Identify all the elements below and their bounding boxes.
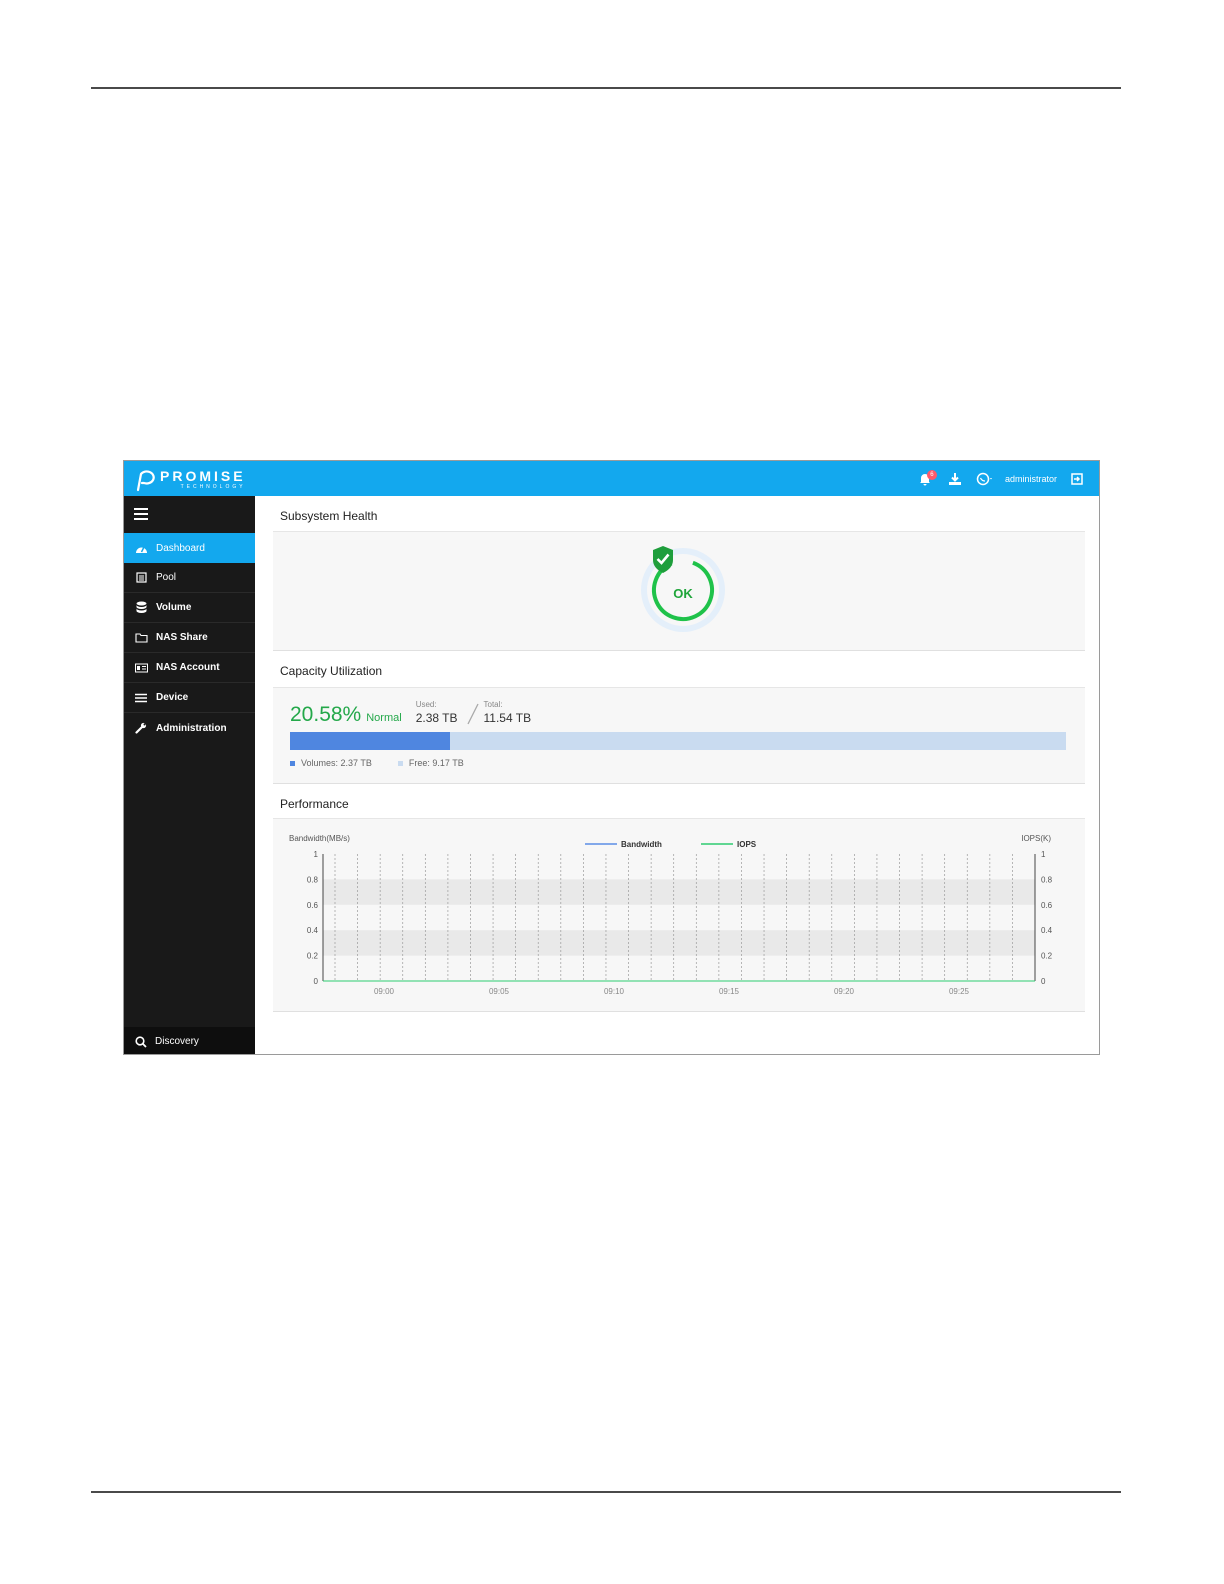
capacity-percent: 20.58% <box>290 703 362 726</box>
database-icon <box>134 601 148 615</box>
main-content: Subsystem Health OK Capacity Utilization… <box>255 496 1099 1054</box>
y-tick-left: 0.8 <box>307 875 319 884</box>
dashboard-icon <box>134 541 148 555</box>
health-title: Subsystem Health <box>280 509 378 523</box>
search-icon <box>135 1035 147 1048</box>
capacity-bar <box>290 732 1066 750</box>
total-label: Total: <box>483 700 503 709</box>
sidebar-item-volume[interactable]: Volume <box>124 593 255 623</box>
brand-sub: TECHNOLOGY <box>180 483 246 490</box>
notification-badge: 6 <box>926 469 937 480</box>
capacity-panel: 20.58% Normal Used: 2.38 TB Total: 11.54… <box>273 687 1085 784</box>
y-axis-right-label: IOPS(K) <box>1021 834 1051 843</box>
sidebar-item-nas-share[interactable]: NAS Share <box>124 623 255 653</box>
legend-volumes: Volumes: 2.37 TB <box>290 758 372 768</box>
sidebar-item-label: NAS Account <box>156 662 220 673</box>
sidebar-item-administration[interactable]: Administration <box>124 713 255 743</box>
x-tick: 09:00 <box>374 987 395 996</box>
x-tick: 09:20 <box>834 987 855 996</box>
user-name[interactable]: administrator <box>1005 474 1057 484</box>
sidebar-nav: Dashboard Pool Volume NAS Share NAS Acco… <box>124 533 255 743</box>
y-tick-left: 0.6 <box>307 901 319 910</box>
x-tick: 09:10 <box>604 987 625 996</box>
grid-band <box>323 879 1035 905</box>
notification-bell-icon[interactable]: 6 <box>915 469 937 489</box>
slash-divider <box>466 703 479 725</box>
sidebar-item-pool[interactable]: Pool <box>124 563 255 593</box>
list-icon <box>134 691 148 705</box>
y-tick-left: 0.4 <box>307 926 319 935</box>
logout-icon[interactable] <box>1067 469 1087 489</box>
capacity-bar-fill <box>290 732 450 750</box>
y-tick-right: 0.6 <box>1041 901 1053 910</box>
health-status: OK <box>673 585 693 601</box>
health-panel: OK <box>273 531 1085 651</box>
support-chat-icon[interactable] <box>975 469 995 489</box>
x-tick: 09:05 <box>489 987 510 996</box>
x-tick: 09:15 <box>719 987 740 996</box>
y-tick-right: 0.4 <box>1041 926 1053 935</box>
sidebar-item-label: Volume <box>156 602 192 613</box>
pool-icon <box>134 571 148 585</box>
grid-band <box>323 930 1035 956</box>
menu-toggle-icon[interactable] <box>134 508 148 523</box>
y-tick-right: 0 <box>1041 977 1046 986</box>
promise-logo-icon <box>136 470 155 492</box>
top-bar: PROMISE TECHNOLOGY 6 administrator <box>124 461 1099 496</box>
discovery-label: Discovery <box>155 1036 199 1047</box>
y-axis-left-label: Bandwidth(MB/s) <box>289 834 350 843</box>
folder-icon <box>134 631 148 645</box>
y-tick-right: 0.8 <box>1041 875 1053 884</box>
sidebar-item-label: Dashboard <box>156 542 205 554</box>
sidebar-item-label: Device <box>156 692 189 703</box>
y-tick-left: 0 <box>314 977 319 986</box>
used-value: 2.38 TB <box>415 711 458 725</box>
performance-title: Performance <box>280 797 349 811</box>
health-gauge: OK <box>635 542 731 638</box>
performance-chart: 0 0 0.2 0.2 0.4 0.4 0.6 0.6 0.8 0.8 1 1 09:00 09:05 09… <box>289 834 1053 996</box>
y-tick-right: 1 <box>1041 850 1046 859</box>
performance-panel: 0 0 0.2 0.2 0.4 0.4 0.6 0.6 0.8 0.8 1 1 09:00 09:05 09… <box>273 818 1085 1012</box>
total-value: 11.54 TB <box>483 711 532 725</box>
wrench-icon <box>134 721 148 735</box>
sidebar-item-label: NAS Share <box>156 632 208 643</box>
y-tick-left: 0.2 <box>307 952 319 961</box>
page-top-rule <box>91 87 1121 89</box>
discovery-button[interactable]: Discovery <box>124 1027 255 1054</box>
legend-free: Free: 9.17 TB <box>397 758 464 768</box>
account-icon <box>134 661 148 675</box>
y-tick-right: 0.2 <box>1041 952 1053 961</box>
legend-label: Bandwidth <box>621 840 662 849</box>
promise-logo[interactable]: PROMISE TECHNOLOGY <box>132 465 246 493</box>
brand-name: PROMISE <box>160 467 246 484</box>
sidebar-item-label: Pool <box>156 572 177 583</box>
used-label: Used: <box>415 700 437 709</box>
capacity-title: Capacity Utilization <box>280 664 383 678</box>
sidebar-item-dashboard[interactable]: Dashboard <box>124 533 255 563</box>
capacity-status: Normal <box>366 712 402 724</box>
download-icon[interactable] <box>945 469 965 489</box>
app-window: PROMISE TECHNOLOGY 6 administrator Dashb… <box>123 460 1100 1055</box>
y-tick-left: 1 <box>314 850 319 859</box>
x-tick: 09:25 <box>949 987 970 996</box>
sidebar-item-nas-account[interactable]: NAS Account <box>124 653 255 683</box>
sidebar-item-label: Administration <box>156 722 227 734</box>
legend-label: IOPS <box>737 840 757 849</box>
sidebar: Dashboard Pool Volume NAS Share NAS Acco… <box>124 496 255 1054</box>
sidebar-item-device[interactable]: Device <box>124 683 255 713</box>
page-bottom-rule <box>91 1491 1121 1493</box>
